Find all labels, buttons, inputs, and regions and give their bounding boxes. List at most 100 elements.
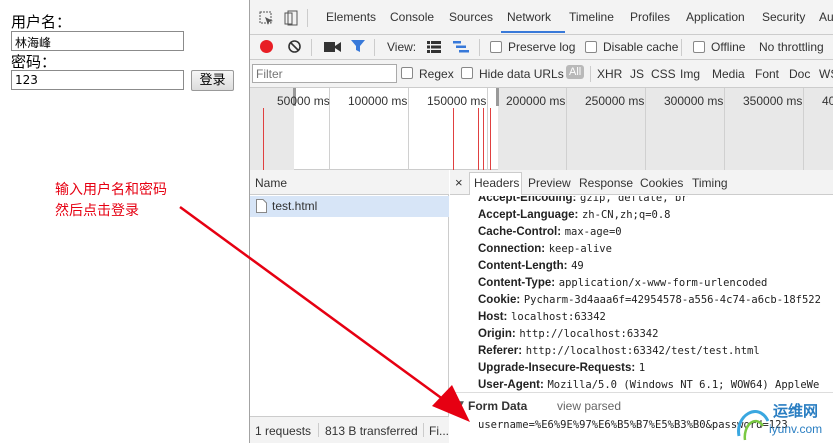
separator <box>681 39 682 56</box>
regex-checkbox[interactable] <box>401 67 413 79</box>
timeline-label: 200000 ms <box>506 94 566 108</box>
filter-type-font[interactable]: Font <box>755 67 779 81</box>
request-list-panel: Name test.html 1 requests 813 B transfer… <box>250 170 449 443</box>
waterfall-icon[interactable] <box>453 41 469 53</box>
large-rows-icon[interactable] <box>427 41 441 53</box>
clear-icon[interactable] <box>287 39 302 54</box>
device-toolbar-icon[interactable] <box>284 10 298 26</box>
timeline-gridline <box>803 88 804 170</box>
load-event-line <box>453 108 454 170</box>
finish-time: Fi... <box>429 424 449 438</box>
filter-bar: Regex Hide data URLs All XHR JS CSS Img … <box>250 60 833 88</box>
username-input[interactable]: 林海峰 <box>11 31 184 51</box>
header-row: Referer: http://localhost:63342/test/tes… <box>478 345 760 357</box>
timeline-label: 250000 ms <box>585 94 645 108</box>
filter-type-media[interactable]: Media <box>712 67 745 81</box>
hide-data-urls-label: Hide data URLs <box>479 67 564 81</box>
separator <box>307 9 308 27</box>
header-row: Cookie: Pycharm-3d4aaa6f=42954578-a556-4… <box>478 294 821 306</box>
tab-profiles[interactable]: Profiles <box>630 10 670 24</box>
devtools-tab-bar: Elements Console Sources Network Timelin… <box>250 0 833 35</box>
timeline-gridline <box>724 88 725 170</box>
record-icon[interactable] <box>259 39 274 54</box>
request-count: 1 requests <box>255 424 312 438</box>
timeline-gridline <box>566 88 567 170</box>
hide-data-urls-checkbox[interactable] <box>461 67 473 79</box>
tab-network[interactable]: Network <box>507 10 551 24</box>
filter-type-ws[interactable]: WS <box>819 67 833 81</box>
name-column-header[interactable]: Name <box>250 170 449 195</box>
tab-elements[interactable]: Elements <box>326 10 376 24</box>
request-headers-list: Accept-Encoding: gzip, deflate, br Accep… <box>478 196 833 392</box>
annotation-line-2: 然后点击登录 <box>55 203 139 219</box>
tab-security[interactable]: Security <box>762 10 805 24</box>
annotation-line-1: 输入用户名和密码 <box>55 182 167 198</box>
separator <box>479 39 480 56</box>
login-button[interactable]: 登录 <box>191 70 234 91</box>
expand-triangle-icon[interactable]: ▼ <box>457 400 464 410</box>
tab-response[interactable]: Response <box>579 176 633 190</box>
filter-type-css[interactable]: CSS <box>651 67 676 81</box>
separator <box>590 66 591 82</box>
tab-preview[interactable]: Preview <box>528 176 571 190</box>
watermark-en: iyunv.com <box>769 422 823 436</box>
filter-icon[interactable] <box>351 40 365 53</box>
video-camera-icon[interactable] <box>324 41 341 53</box>
view-label: View: <box>387 40 417 54</box>
close-icon[interactable]: × <box>455 175 463 190</box>
timeline-gridline <box>487 88 488 170</box>
network-overview-timeline[interactable]: 50000 ms 100000 ms 150000 ms 200000 ms 2… <box>250 88 833 170</box>
timeline-gridline <box>408 88 409 170</box>
tab-timeline[interactable]: Timeline <box>569 10 614 24</box>
separator <box>423 423 424 437</box>
form-data-title[interactable]: Form Data <box>468 399 527 413</box>
network-toolbar: View: Preserve log Disable cache Offline… <box>250 35 833 60</box>
password-label: 密码： <box>11 53 57 71</box>
tab-headers[interactable]: Headers <box>474 176 519 190</box>
view-parsed-link[interactable]: view parsed <box>557 399 621 413</box>
password-input[interactable]: 123 <box>11 70 184 90</box>
preserve-log-checkbox[interactable] <box>490 41 502 53</box>
load-event-line <box>483 108 484 170</box>
tab-console[interactable]: Console <box>390 10 434 24</box>
headers-scroll-area[interactable]: Accept-Encoding: gzip, deflate, br Accep… <box>450 196 833 392</box>
header-row: Accept-Language: zh-CN,zh;q=0.8 <box>478 209 671 221</box>
detail-tab-bar: × Headers Preview Response Cookies Timin… <box>450 170 833 195</box>
header-row: Connection: keep-alive <box>478 243 612 255</box>
filter-type-js[interactable]: JS <box>630 67 644 81</box>
separator <box>311 39 312 56</box>
offline-checkbox[interactable] <box>693 41 705 53</box>
header-row: User-Agent: Mozilla/5.0 (Windows NT 6.1;… <box>478 379 820 391</box>
devtools-panel: Elements Console Sources Network Timelin… <box>249 0 833 443</box>
filter-type-doc[interactable]: Doc <box>789 67 810 81</box>
inspect-element-icon[interactable] <box>259 11 274 26</box>
filter-type-img[interactable]: Img <box>680 67 700 81</box>
page-content: 用户名： 林海峰 密码： 123 登录 输入用户名和密码 然后点击登录 <box>0 0 249 443</box>
disable-cache-label: Disable cache <box>603 40 679 54</box>
tab-application[interactable]: Application <box>686 10 745 24</box>
tab-sources[interactable]: Sources <box>449 10 493 24</box>
active-tab-indicator <box>501 31 565 33</box>
filter-type-xhr[interactable]: XHR <box>597 67 622 81</box>
tab-cookies[interactable]: Cookies <box>640 176 683 190</box>
load-event-line <box>263 108 264 170</box>
tab-audits[interactable]: Au <box>819 10 833 24</box>
request-name: test.html <box>272 199 318 213</box>
request-row[interactable]: test.html <box>250 196 449 217</box>
transferred-size: 813 B transferred <box>325 424 418 438</box>
document-icon <box>256 199 267 213</box>
throttling-select[interactable]: No throttling <box>759 40 824 54</box>
disable-cache-checkbox[interactable] <box>585 41 597 53</box>
header-row: Cache-Control: max-age=0 <box>478 226 622 238</box>
timeline-handle-right[interactable] <box>496 88 499 106</box>
watermark-cn: 运维网 <box>773 402 819 420</box>
timeline-label: 100000 ms <box>348 94 408 108</box>
timeline-gridline <box>645 88 646 170</box>
timeline-label: 350000 ms <box>743 94 803 108</box>
tab-timing[interactable]: Timing <box>692 176 728 190</box>
timeline-label: 50000 ms <box>277 94 330 108</box>
load-event-line <box>478 108 479 170</box>
filter-input[interactable] <box>252 64 397 83</box>
header-row: Content-Length: 49 <box>478 260 584 272</box>
filter-type-all[interactable]: All <box>566 65 585 79</box>
